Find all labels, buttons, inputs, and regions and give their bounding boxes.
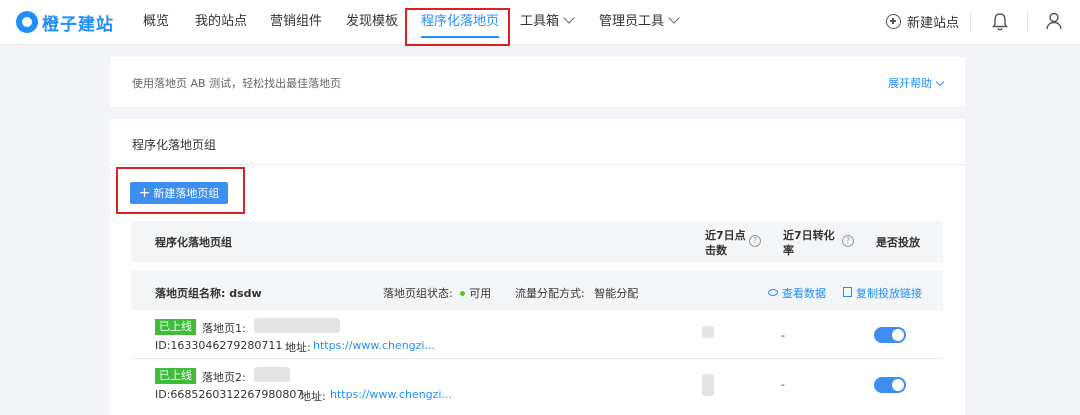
landing-page-address-link[interactable]: https://www.chengzi... <box>330 388 452 401</box>
status-badge: 已上线 <box>155 319 196 335</box>
view-data-link[interactable]: 查看数据 <box>768 285 826 301</box>
address-label: 地址: <box>300 390 326 403</box>
column-header-clicks-line1: 近7日点 <box>705 229 746 242</box>
user-icon[interactable] <box>1044 11 1064 31</box>
new-site-button[interactable]: 新建站点 <box>886 11 959 31</box>
top-navigation-bar: 橙子建站 概览 我的站点 营销组件 发现模板 程序化落地页 工具箱 管理员工具 … <box>0 0 1080 45</box>
nav-item-overview[interactable]: 概览 <box>143 0 169 44</box>
expand-help-link[interactable]: 展开帮助 <box>888 75 945 91</box>
question-icon[interactable]: ? <box>749 235 761 247</box>
redacted-clicks <box>702 326 714 338</box>
column-header-delivery: 是否投放 <box>876 236 920 249</box>
expand-help-label: 展开帮助 <box>888 77 932 90</box>
landing-page-id: ID:1633046279280711 <box>155 339 283 352</box>
divider <box>970 12 971 32</box>
conversion-value: - <box>781 378 785 391</box>
section-title: 程序化落地页组 <box>132 138 217 152</box>
copy-link-button[interactable]: 复制投放链接 <box>843 285 922 301</box>
conversion-value: - <box>781 329 785 342</box>
new-site-label: 新建站点 <box>907 15 960 31</box>
delivery-toggle[interactable] <box>874 327 906 343</box>
column-header-conversion-line1: 近7日转化 <box>783 229 835 242</box>
column-header-conversion-line2: 率 <box>783 244 794 257</box>
column-header-group: 程序化落地页组 <box>155 236 232 249</box>
nav-item-my-sites[interactable]: 我的站点 <box>195 0 247 44</box>
landing-page-name-label: 落地页2: <box>202 371 246 384</box>
redacted-name <box>254 318 340 333</box>
nav-item-admin-tools[interactable]: 管理员工具 <box>599 0 680 44</box>
nav-item-label: 管理员工具 <box>599 14 665 29</box>
group-status-label: 落地页组状态: <box>383 287 453 300</box>
landing-page-address-link[interactable]: https://www.chengzi... <box>313 339 435 352</box>
eye-icon <box>768 289 778 296</box>
highlight-box-new-group <box>116 167 245 214</box>
divider <box>1027 12 1028 32</box>
landing-page-name-label: 落地页1: <box>202 322 246 335</box>
logo-icon <box>16 11 38 33</box>
nav-item-marketing-components[interactable]: 营销组件 <box>270 0 322 44</box>
traffic-allocation: 流量分配方式: 智能分配 <box>515 285 638 301</box>
redacted-clicks <box>702 374 714 396</box>
plus-circle-icon <box>886 13 901 29</box>
section-divider <box>110 164 965 165</box>
row-divider <box>131 358 943 359</box>
traffic-label: 流量分配方式: <box>515 287 585 300</box>
question-icon[interactable]: ? <box>842 235 854 247</box>
highlight-box-active-tab <box>405 8 510 46</box>
help-text: 使用落地页 AB 测试，轻松找出最佳落地页 <box>132 77 342 90</box>
delivery-toggle[interactable] <box>874 377 906 393</box>
chevron-down-icon <box>563 12 575 24</box>
column-header-clicks-line2: 击数 <box>705 244 727 257</box>
copy-link-label: 复制投放链接 <box>856 287 922 300</box>
chevron-down-icon <box>935 77 945 87</box>
nav-item-label: 工具箱 <box>520 14 560 29</box>
group-name-value: dsdw <box>229 287 262 300</box>
view-data-label: 查看数据 <box>782 287 826 300</box>
group-name: 落地页组名称: dsdw <box>155 285 262 301</box>
group-status: 落地页组状态: 可用 <box>383 285 491 301</box>
address-label: 地址: <box>285 341 311 354</box>
copy-icon <box>843 287 852 297</box>
status-dot-icon <box>460 291 466 296</box>
nav-item-discover-templates[interactable]: 发现模板 <box>346 0 398 44</box>
logo[interactable]: 橙子建站 <box>16 9 114 35</box>
landing-page-id: ID:6685260312267980807 <box>155 388 304 401</box>
chevron-down-icon <box>668 12 680 24</box>
bell-icon[interactable] <box>991 12 1009 32</box>
nav-item-toolbox[interactable]: 工具箱 <box>520 0 575 44</box>
traffic-value: 智能分配 <box>594 287 639 300</box>
status-badge: 已上线 <box>155 368 196 384</box>
logo-text: 橙子建站 <box>42 14 114 35</box>
redacted-name <box>254 367 290 382</box>
group-name-label: 落地页组名称: <box>155 287 226 300</box>
group-status-value: 可用 <box>469 287 492 300</box>
